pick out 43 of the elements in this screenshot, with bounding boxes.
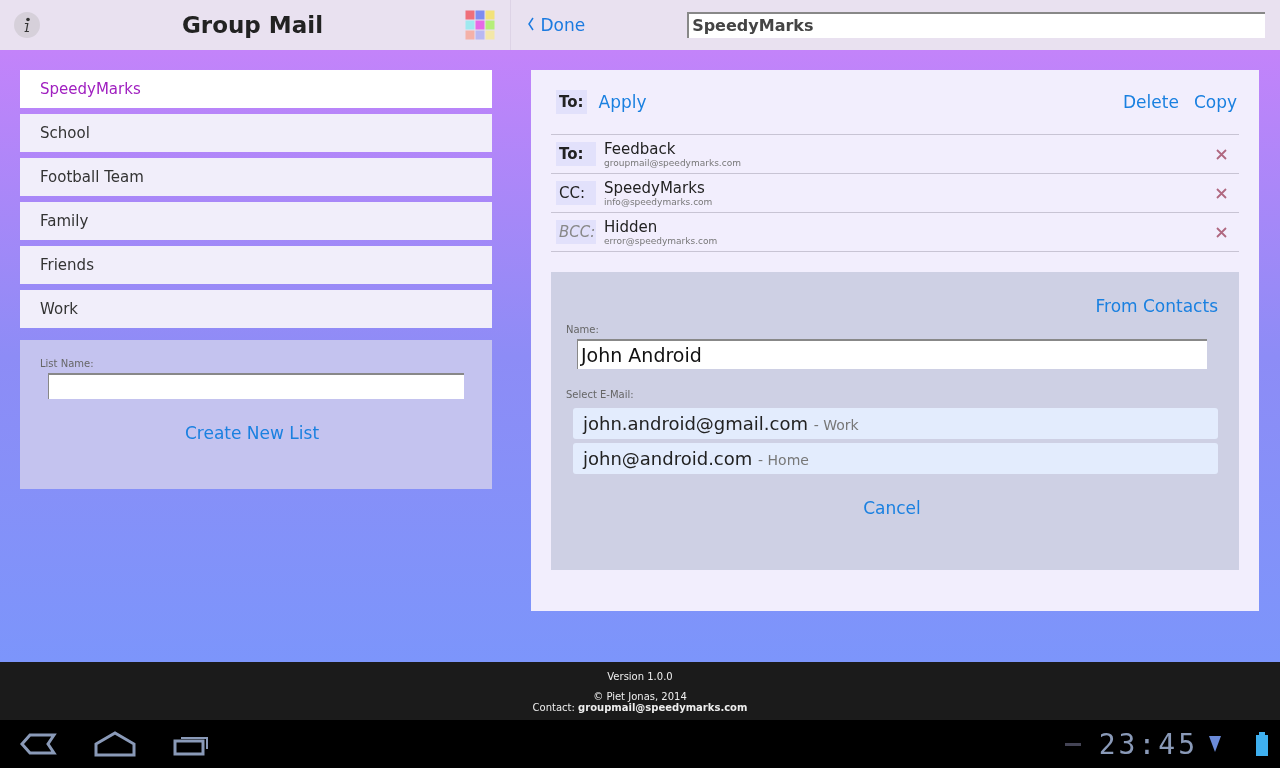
field-label: Select E-Mail: <box>566 389 634 400</box>
remove-icon[interactable] <box>1216 187 1227 199</box>
signal-icon <box>1208 734 1222 754</box>
list-item[interactable]: Family <box>20 202 492 240</box>
app-title: Group Mail <box>180 12 324 38</box>
contact-text: Contact: groupmail@speedymarks.com <box>532 702 748 713</box>
chevron-left-icon <box>527 17 535 31</box>
info-icon[interactable] <box>14 12 40 38</box>
recipient-name: Hidden <box>604 218 659 236</box>
list-item[interactable]: Friends <box>20 246 492 284</box>
name-field[interactable]: John Android <box>577 339 1207 369</box>
delete-button[interactable]: Delete <box>1123 90 1179 114</box>
clock: 23:45 <box>1098 727 1198 761</box>
remove-icon[interactable] <box>1216 148 1227 160</box>
email-option[interactable]: john.android@gmail.com - Work <box>573 408 1218 439</box>
list-title-field[interactable]: SpeedyMarks <box>687 12 1266 38</box>
notification-icon[interactable] <box>1064 742 1081 746</box>
field-label: List Name: <box>40 358 94 369</box>
recipient-name: Feedback <box>604 140 677 158</box>
back-icon[interactable] <box>18 731 58 757</box>
list-item[interactable]: SpeedyMarks <box>20 70 492 108</box>
apply-button[interactable]: Apply <box>598 90 647 114</box>
recipient-type-label: To: <box>556 90 587 114</box>
color-grid-icon[interactable] <box>465 10 495 40</box>
list-item[interactable]: Work <box>20 290 492 328</box>
recipient-email: groupmail@speedymarks.com <box>604 157 742 168</box>
recipient-name: SpeedyMarks <box>604 179 706 197</box>
recipient-email: error@speedymarks.com <box>604 235 719 246</box>
list-item[interactable]: School <box>20 114 492 152</box>
recipient-type-label: CC: <box>556 181 596 205</box>
battery-icon <box>1256 732 1268 756</box>
recipient-email: info@speedymarks.com <box>604 196 714 207</box>
remove-icon[interactable] <box>1216 226 1227 238</box>
recipient-type-label: To: <box>556 142 596 166</box>
copy-button[interactable]: Copy <box>1193 90 1237 114</box>
list-item[interactable]: Football Team <box>20 158 492 196</box>
copyright-text: © Piet Jonas, 2014 <box>593 691 687 702</box>
list-name-field[interactable] <box>48 373 464 399</box>
recipient-type-label: BCC: <box>556 220 596 244</box>
email-option[interactable]: john@android.com - Home <box>573 443 1218 474</box>
home-icon[interactable] <box>92 730 138 758</box>
version-text: Version 1.0.0 <box>607 671 673 682</box>
field-label: Name: <box>566 324 599 335</box>
